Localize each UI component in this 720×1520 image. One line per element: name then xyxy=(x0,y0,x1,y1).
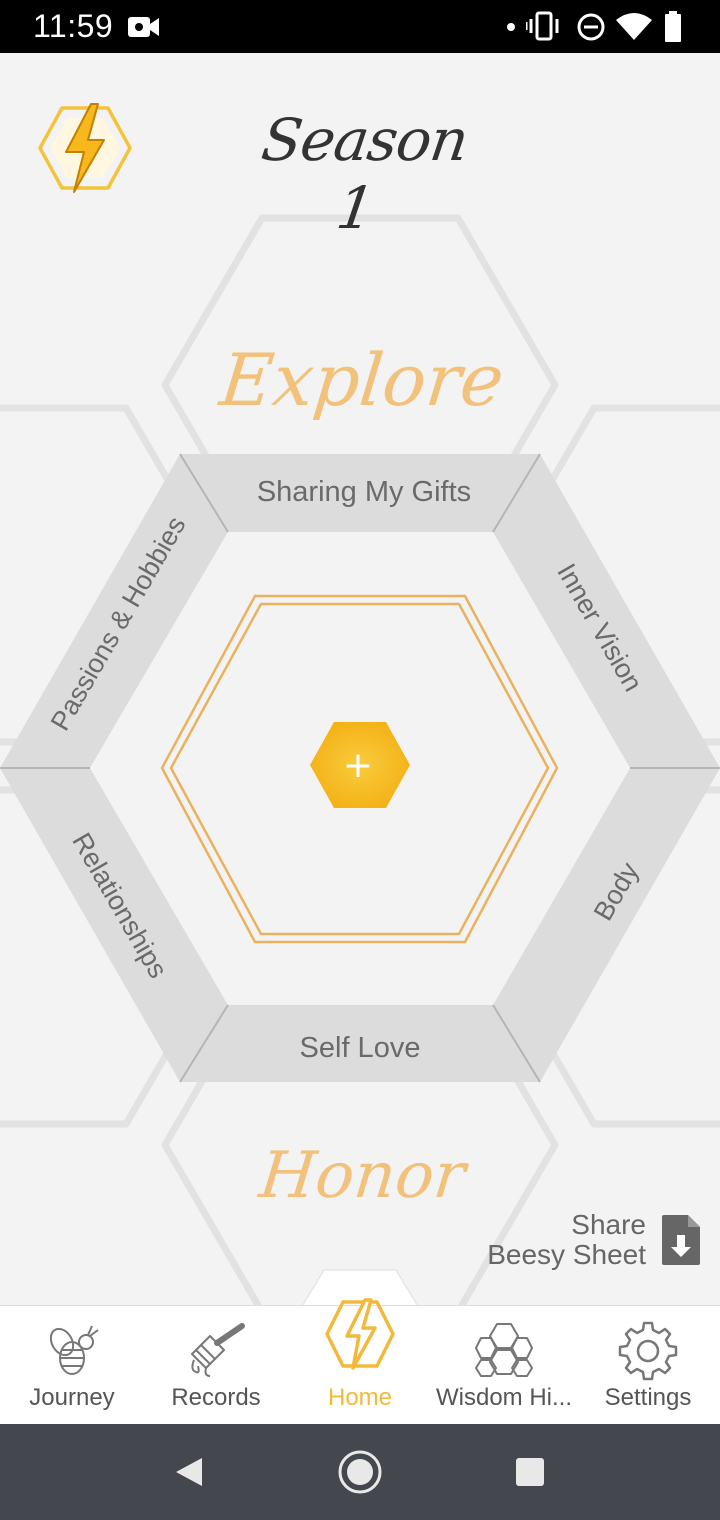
share-line-2: Beesy Sheet xyxy=(487,1239,646,1270)
nav-home-label: Home xyxy=(327,1384,393,1411)
status-bar: 11:59 xyxy=(0,0,720,53)
nav-journey-label: Journey xyxy=(29,1384,115,1411)
screen: { "status_bar": { "time": "11:59", "icon… xyxy=(0,0,720,1520)
share-beesy-sheet-button[interactable]: Share Beesy Sheet xyxy=(487,1208,700,1272)
segment-label-self-love: Self Love xyxy=(300,1032,421,1064)
home-circle-icon[interactable] xyxy=(336,1448,384,1496)
logo-button[interactable] xyxy=(36,100,134,196)
bottom-nav: Journey Records Home Wisdom Hi... Settin… xyxy=(0,1298,720,1425)
back-icon[interactable] xyxy=(172,1456,204,1488)
system-nav-bar xyxy=(0,1424,720,1520)
segment-label-sharing-my-gifts: Sharing My Gifts xyxy=(257,476,471,508)
honey-dipper-icon xyxy=(191,1323,245,1377)
explore-label: Explore xyxy=(214,339,507,423)
lightning-hex-icon xyxy=(325,1298,395,1370)
share-text: Share Beesy Sheet xyxy=(487,1210,646,1270)
vibrate-icon xyxy=(526,11,559,41)
share-line-1: Share xyxy=(571,1209,646,1240)
add-button-label: + xyxy=(343,745,373,786)
nav-settings[interactable]: Settings xyxy=(576,1306,720,1425)
bee-lightning-hex-icon xyxy=(38,103,132,193)
do-not-disturb-icon xyxy=(577,13,605,41)
wifi-icon xyxy=(616,13,652,40)
gear-icon xyxy=(618,1321,678,1381)
nav-settings-label: Settings xyxy=(604,1384,692,1411)
honor-label: Honor xyxy=(255,1138,472,1213)
honeycomb-icon xyxy=(475,1323,533,1377)
battery-icon xyxy=(665,11,681,42)
notification-dot-icon xyxy=(507,23,515,31)
status-time: 11:59 xyxy=(33,8,114,44)
page-title: Season 1 xyxy=(257,106,472,242)
nav-home[interactable]: Home xyxy=(288,1298,432,1425)
recents-icon[interactable] xyxy=(514,1456,546,1488)
nav-records[interactable]: Records xyxy=(144,1306,288,1425)
nav-wisdom-hive[interactable]: Wisdom Hi... xyxy=(432,1306,576,1425)
video-camera-icon xyxy=(128,17,159,37)
nav-journey[interactable]: Journey xyxy=(0,1306,144,1425)
nav-records-label: Records xyxy=(171,1384,261,1411)
file-download-icon xyxy=(662,1215,700,1265)
nav-wisdom-hive-label: Wisdom Hi... xyxy=(435,1384,572,1411)
bee-icon xyxy=(49,1325,99,1375)
